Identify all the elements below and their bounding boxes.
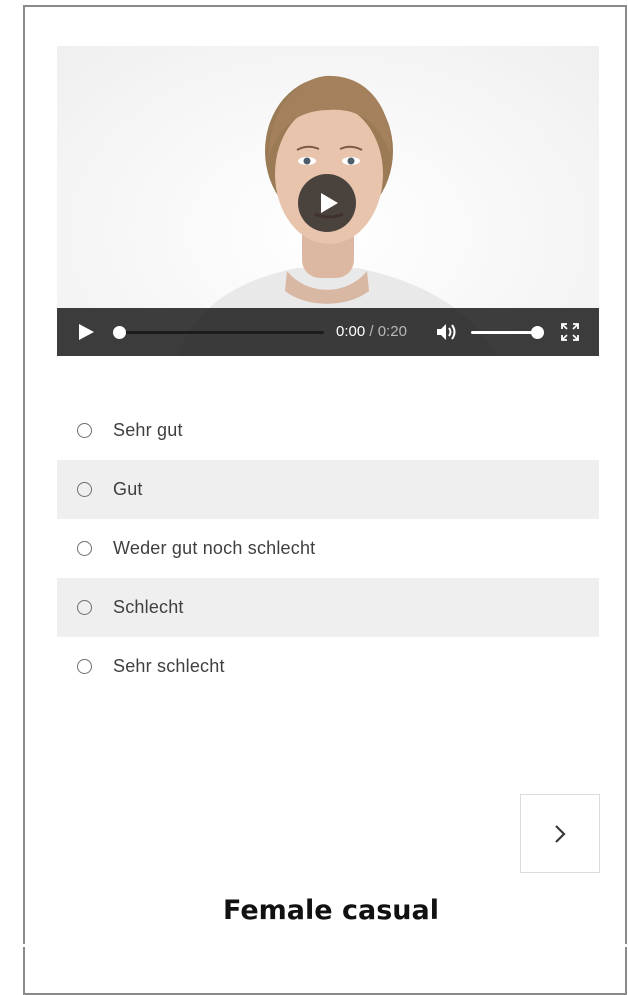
- next-button[interactable]: [520, 794, 600, 873]
- radio-button[interactable]: [77, 600, 92, 615]
- option-schlecht[interactable]: Schlecht: [57, 578, 599, 637]
- radio-button[interactable]: [77, 541, 92, 556]
- option-label: Weder gut noch schlecht: [113, 538, 316, 558]
- option-label: Sehr schlecht: [113, 656, 225, 676]
- big-play-button[interactable]: [298, 174, 356, 232]
- chevron-right-icon: [555, 824, 566, 843]
- radio-button[interactable]: [77, 659, 92, 674]
- radio-button[interactable]: [77, 482, 92, 497]
- option-weder-gut-noch-schlecht[interactable]: Weder gut noch schlecht: [57, 519, 599, 578]
- volume-handle[interactable]: [531, 326, 544, 339]
- volume-icon[interactable]: [435, 322, 459, 342]
- option-label: Sehr gut: [113, 420, 183, 440]
- radio-button[interactable]: [77, 423, 92, 438]
- option-label: Gut: [113, 479, 143, 499]
- video-player[interactable]: 0:00 / 0:20: [57, 46, 599, 356]
- time-separator: /: [365, 323, 378, 340]
- play-icon[interactable]: [77, 323, 95, 341]
- option-sehr-gut[interactable]: Sehr gut: [57, 401, 599, 460]
- option-sehr-schlecht[interactable]: Sehr schlecht: [57, 637, 599, 696]
- seek-bar[interactable]: [113, 326, 324, 339]
- fullscreen-icon[interactable]: [560, 322, 580, 342]
- duration: 0:20: [377, 323, 407, 340]
- option-label: Schlecht: [113, 597, 184, 617]
- volume-slider[interactable]: [471, 326, 544, 339]
- seek-handle[interactable]: [113, 326, 126, 339]
- current-time: 0:00: [336, 323, 366, 340]
- answer-options: Sehr gut Gut Weder gut noch schlecht Sch…: [57, 401, 599, 696]
- time-display: 0:00 / 0:20: [336, 323, 407, 340]
- video-controls: 0:00 / 0:20: [57, 308, 599, 356]
- video-caption: Female casual: [223, 895, 439, 926]
- option-gut[interactable]: Gut: [57, 460, 599, 519]
- play-icon: [321, 193, 338, 213]
